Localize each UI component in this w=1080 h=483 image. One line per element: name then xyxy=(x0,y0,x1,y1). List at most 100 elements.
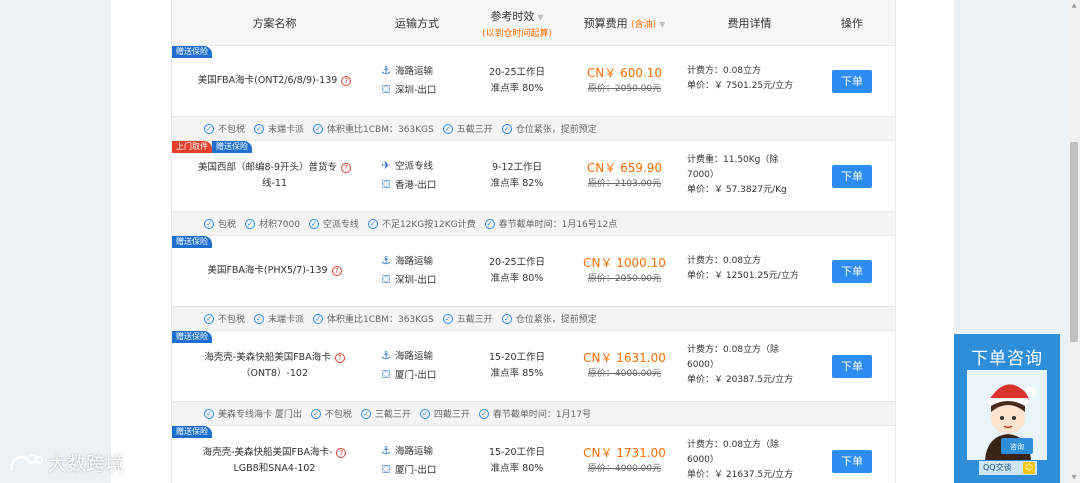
question-icon[interactable]: ? xyxy=(341,75,352,86)
avatar: 咨询 xyxy=(967,370,1047,460)
feature-item: ✓ 四截三开 xyxy=(419,407,470,420)
feature-item: ✓ 体积重比1CBM：363KGS xyxy=(313,122,434,135)
plan-name: 海壳壳-美森快船美国FBA海卡-? LGB8和SNA4-102 xyxy=(187,445,362,477)
scroll-up-icon[interactable]: ▲ xyxy=(1068,2,1080,9)
check-circle-icon: ✓ xyxy=(254,123,265,134)
check-circle-icon: ✓ xyxy=(442,123,453,134)
feature-item: ✓ 仓位紧张，提前预定 xyxy=(501,312,597,325)
detail-cell: 计费方：0.08立方 单价：￥ 7501.25元/立方 xyxy=(687,66,794,91)
time-cell: 9-12工作日 准点率 82% xyxy=(490,162,544,189)
plan-name: 美国西部（邮编8-9开头）普货专? 线-11 xyxy=(187,160,362,192)
time-cell: 15-20工作日 准点率 85% xyxy=(488,352,546,379)
tag-strip: 赠送保险 xyxy=(172,331,212,343)
detail-cell: 计费方：0.08立方（除 6000） 单价：￥ 21637.5元/立方 xyxy=(687,440,794,480)
feature-item: ✓ 末端卡派 xyxy=(254,312,304,325)
check-circle-icon: ✓ xyxy=(245,218,256,229)
check-circle-icon: ✓ xyxy=(313,313,324,324)
feature-item: ✓ 春节截单时间：1月16号12点 xyxy=(484,217,617,230)
check-circle-icon: ✓ xyxy=(204,218,214,229)
scroll-down-icon[interactable]: ▼ xyxy=(1068,474,1080,481)
order-button[interactable]: 下单 xyxy=(832,165,872,188)
feature-item: ✓ 三截三开 xyxy=(360,407,411,420)
header-transport: 运输方式 xyxy=(395,17,439,30)
table-row: 赠送保险 海壳壳-美森快船美国FBA海卡-? LGB8和SNA4-102 ⚓ 海路运… xyxy=(171,426,896,483)
detail-cell: 计费方：0.08立方 单价：￥ 12501.25元/立方 xyxy=(687,256,799,281)
price-cell: CN￥ 659.90 原价：2103.00元 xyxy=(586,161,663,189)
order-consult-widget[interactable]: 下单咨询 咨询 QQ交谈 ☺ xyxy=(954,334,1060,483)
header-price[interactable]: 预算费用 (含油) ▼ xyxy=(572,0,677,46)
question-icon[interactable]: ? xyxy=(336,447,347,458)
time-cell: 20-25工作日 准点率 80% xyxy=(488,257,546,284)
question-icon[interactable]: ? xyxy=(334,352,345,363)
feature-item: ✓ 不包税 xyxy=(204,122,245,135)
check-circle-icon: ✓ xyxy=(254,313,265,324)
check-circle-icon: ✓ xyxy=(501,313,512,324)
order-button[interactable]: 下单 xyxy=(832,70,872,93)
tag-badge: 赠送保险 xyxy=(172,331,212,343)
header-detail: 费用详情 xyxy=(727,17,772,30)
smile-icon: ☺ xyxy=(1023,462,1035,474)
transport-cell: ⚓ 海路运输 ⛋ 深圳-出口 xyxy=(379,62,459,100)
feature-item: ✓ 仓位紧张，提前预定 xyxy=(501,122,597,135)
feature-item: ✓ 包税 xyxy=(204,217,236,230)
feature-item: ✓ 空派专线 xyxy=(308,217,359,230)
feature-item: ✓ 春节截单时间：1月17号 xyxy=(478,407,591,420)
check-circle-icon: ✓ xyxy=(204,313,214,324)
check-circle-icon: ✓ xyxy=(442,313,453,324)
sort-icon[interactable]: ▼ xyxy=(659,20,665,29)
anchor-icon: ⚓ xyxy=(381,64,391,77)
transport-cell: ⚓ 海路运输 ⛋ 厦门-出口 xyxy=(379,442,459,480)
transport-cell: ✈ 空派专线 ⛋ 香港-出口 xyxy=(379,157,459,195)
scroll-thumb[interactable] xyxy=(1070,142,1078,342)
header-time[interactable]: 参考时效 ▼ (以到仓时间起算) xyxy=(467,0,567,46)
tag-badge: 赠送保险 xyxy=(212,141,252,153)
feature-item: ✓ 末端卡派 xyxy=(254,122,304,135)
feature-item: ✓ 五截三开 xyxy=(442,312,493,325)
feature-item: ✓ 美森专线海卡 厦门出 xyxy=(204,407,302,420)
plan-name: 美国FBA海卡(PHX5/7)-139? xyxy=(187,263,362,279)
price-cell: CN￥ 1631.00 原价：4000.00元 xyxy=(583,351,666,379)
port-icon: ⛋ xyxy=(381,463,391,476)
table-row: 赠送保险 海壳壳-美森快船美国FBA海卡? （ONT8）-102 ⚓ 海路运输 ⛋ 厦… xyxy=(171,331,896,401)
tag-strip: 上门取件 赠送保险 xyxy=(172,141,252,153)
port-icon: ⛋ xyxy=(381,178,391,191)
tag-badge: 赠送保险 xyxy=(172,46,212,58)
anchor-icon: ⚓ xyxy=(381,254,391,267)
feature-bar: ✓ 包税 ✓ 材积7000 ✓ 空派专线 ✓ 不足12KG按12KG计费 ✓ 春节截单时间… xyxy=(171,211,896,236)
order-button[interactable]: 下单 xyxy=(832,355,872,378)
check-circle-icon: ✓ xyxy=(204,408,214,419)
feature-bar: ✓ 不包税 ✓ 末端卡派 ✓ 体积重比1CBM：363KGS ✓ 五截三开 ✓ 仓位紧张，… xyxy=(171,306,896,331)
tag-badge: 上门取件 xyxy=(172,141,212,153)
question-icon[interactable]: ? xyxy=(341,162,352,173)
detail-cell: 计费重：11.50Kg（除 7000） 单价：￥ 57.3827元/Kg xyxy=(687,155,787,195)
time-cell: 15-20工作日 准点率 80% xyxy=(488,447,546,474)
tag-badge: 赠送保险 xyxy=(172,236,212,248)
header-name: 方案名称 xyxy=(252,17,297,30)
table-row: 上门取件 赠送保险 美国西部（邮编8-9开头）普货专? 线-11 ✈ 空派专线 ⛋ 香… xyxy=(171,141,896,211)
transport-cell: ⚓ 海路运输 ⛋ 深圳-出口 xyxy=(379,252,459,290)
question-icon[interactable]: ? xyxy=(331,265,342,276)
watermark: 大数跨境 xyxy=(8,449,124,476)
order-button[interactable]: 下单 xyxy=(832,260,872,283)
feature-item: ✓ 体积重比1CBM：363KGS xyxy=(313,312,434,325)
price-cell: CN￥ 1731.00 原价：4000.00元 xyxy=(583,446,666,474)
check-circle-icon: ✓ xyxy=(360,408,371,419)
sort-icon[interactable]: ▼ xyxy=(537,13,543,22)
plan-name: 美国FBA海卡(ONT2/6/8/9)-139? xyxy=(187,73,362,89)
check-circle-icon: ✓ xyxy=(478,408,489,419)
qq-chat-button[interactable]: QQ交谈 ☺ xyxy=(979,461,1037,475)
feature-item: ✓ 五截三开 xyxy=(442,122,493,135)
check-circle-icon: ✓ xyxy=(419,408,430,419)
time-cell: 20-25工作日 准点率 80% xyxy=(488,67,546,94)
check-circle-icon: ✓ xyxy=(204,123,214,134)
check-circle-icon: ✓ xyxy=(367,218,378,229)
order-button[interactable]: 下单 xyxy=(832,450,872,473)
feature-item: ✓ 不足12KG按12KG计费 xyxy=(367,217,476,230)
port-icon: ⛋ xyxy=(381,273,391,286)
transport-cell: ⚓ 海路运输 ⛋ 厦门-出口 xyxy=(379,347,459,385)
port-icon: ⛋ xyxy=(381,368,391,381)
table-row: 赠送保险 美国FBA海卡(PHX5/7)-139? ⚓ 海路运输 ⛋ 深圳-出口 2… xyxy=(171,236,896,306)
tag-strip: 赠送保险 xyxy=(172,236,212,248)
price-cell: CN￥ 1000.10 原价：2050.00元 xyxy=(583,256,666,284)
page-scrollbar[interactable]: ▲ ▼ xyxy=(1068,0,1080,483)
